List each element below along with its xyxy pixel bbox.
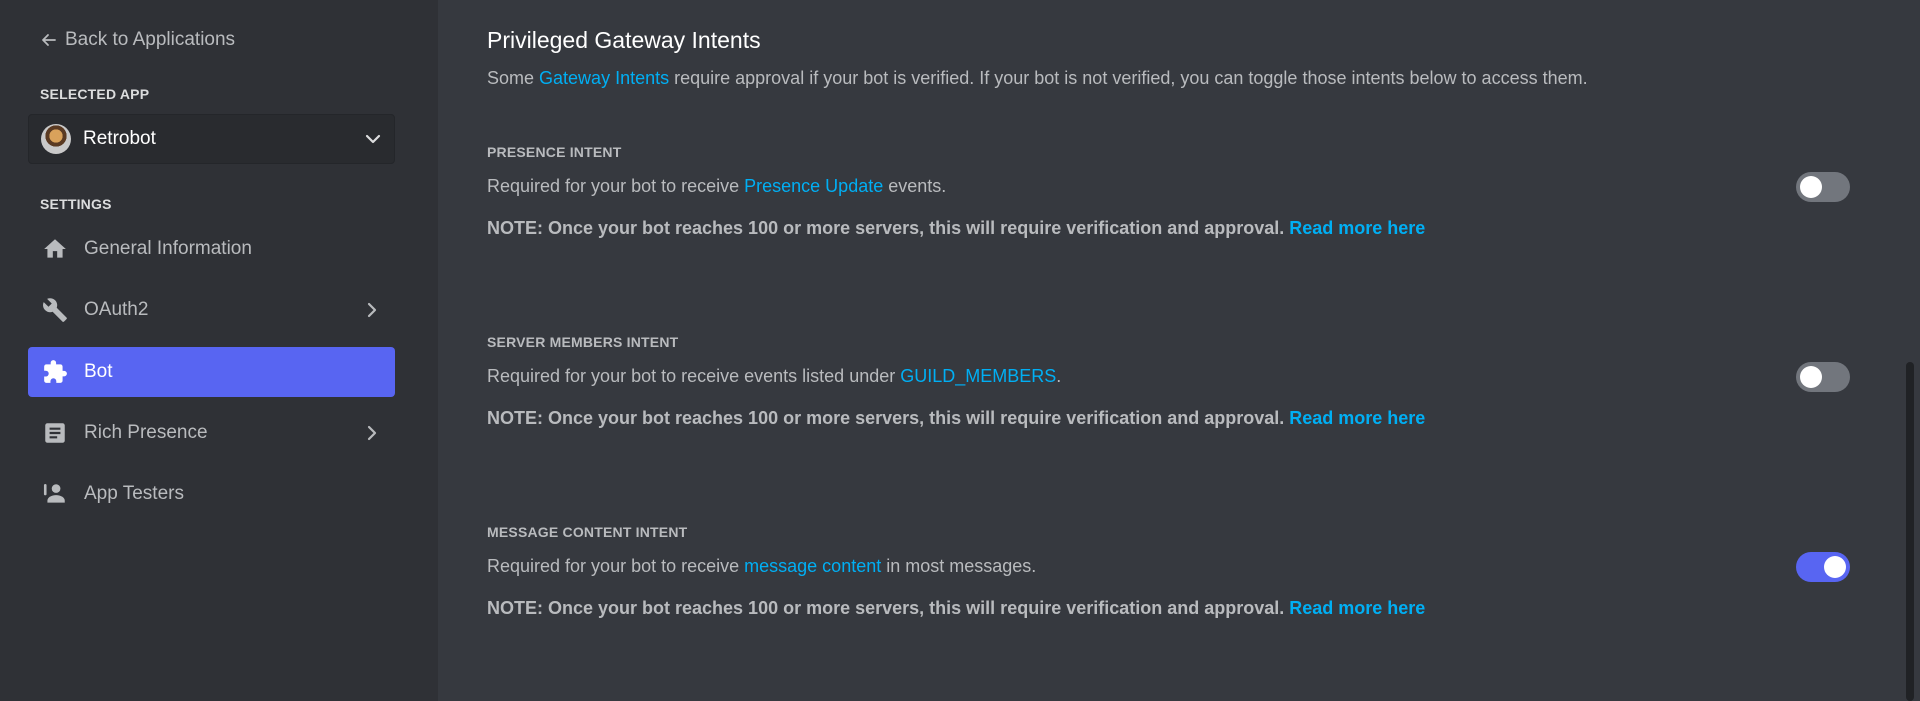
- sidebar-item-label: General Information: [84, 238, 252, 259]
- guild-members-link[interactable]: GUILD_MEMBERS: [900, 366, 1056, 386]
- description-text: .: [1056, 366, 1062, 386]
- read-more-link[interactable]: Read more here: [1289, 408, 1425, 428]
- server-members-intent-toggle[interactable]: [1796, 362, 1850, 392]
- page-description: Some Gateway Intents require approval if…: [487, 68, 1588, 89]
- home-icon: [42, 236, 68, 262]
- sidebar-item-general-information[interactable]: General Information: [28, 224, 395, 274]
- scrollbar-thumb[interactable]: [1906, 362, 1914, 701]
- person-icon: [42, 481, 68, 507]
- main-content: Privileged Gateway Intents Some Gateway …: [438, 0, 1920, 701]
- presence-update-link[interactable]: Presence Update: [744, 176, 883, 196]
- chevron-right-icon: [367, 302, 377, 318]
- page-title: Privileged Gateway Intents: [487, 27, 761, 53]
- wrench-icon: [42, 297, 68, 323]
- server-members-intent-title: SERVER MEMBERS INTENT: [487, 334, 679, 350]
- sidebar-item-label: Bot: [84, 361, 113, 382]
- arrow-left-icon: [42, 34, 56, 46]
- app-avatar: [41, 124, 71, 154]
- note-text: NOTE: Once your bot reaches 100 or more …: [487, 598, 1290, 618]
- sidebar-item-app-testers[interactable]: App Testers: [28, 469, 395, 519]
- toggle-knob: [1800, 366, 1822, 388]
- sidebar: Back to Applications SELECTED APP Retrob…: [0, 0, 438, 701]
- message-content-link[interactable]: message content: [744, 556, 881, 576]
- description-text: in most messages.: [881, 556, 1037, 576]
- toggle-knob: [1824, 556, 1846, 578]
- sidebar-item-bot[interactable]: Bot: [28, 347, 395, 397]
- server-members-intent-note: NOTE: Once your bot reaches 100 or more …: [487, 408, 1425, 429]
- sidebar-item-label: App Testers: [84, 483, 184, 504]
- description-text: events.: [883, 176, 947, 196]
- chevron-down-icon: [365, 134, 381, 144]
- message-content-intent-title: MESSAGE CONTENT INTENT: [487, 524, 688, 540]
- message-content-intent-toggle[interactable]: [1796, 552, 1850, 582]
- chevron-right-icon: [367, 425, 377, 441]
- description-text: Required for your bot to receive: [487, 176, 745, 196]
- description-text: require approval if your bot is verified…: [669, 68, 1588, 88]
- message-content-intent-note: NOTE: Once your bot reaches 100 or more …: [487, 598, 1425, 619]
- sidebar-item-rich-presence[interactable]: Rich Presence: [28, 408, 395, 458]
- app-name: Retrobot: [83, 128, 156, 149]
- read-more-link[interactable]: Read more here: [1289, 598, 1425, 618]
- description-text: Required for your bot to receive: [487, 556, 745, 576]
- app-selector-dropdown[interactable]: Retrobot: [28, 114, 395, 164]
- puzzle-icon: [42, 359, 68, 385]
- presence-intent-description: Required for your bot to receive Presenc…: [487, 176, 946, 197]
- note-text: NOTE: Once your bot reaches 100 or more …: [487, 408, 1290, 428]
- server-members-intent-description: Required for your bot to receive events …: [487, 366, 1061, 387]
- description-text: Required for your bot to receive events …: [487, 366, 901, 386]
- message-content-intent-description: Required for your bot to receive message…: [487, 556, 1036, 577]
- presence-intent-title: PRESENCE INTENT: [487, 144, 622, 160]
- sidebar-item-oauth2[interactable]: OAuth2: [28, 285, 395, 335]
- presence-intent-toggle[interactable]: [1796, 172, 1850, 202]
- gateway-intents-link[interactable]: Gateway Intents: [539, 68, 669, 88]
- toggle-knob: [1800, 176, 1822, 198]
- read-more-link[interactable]: Read more here: [1289, 218, 1425, 238]
- back-to-applications-link[interactable]: Back to Applications: [41, 29, 235, 51]
- presence-intent-note: NOTE: Once your bot reaches 100 or more …: [487, 218, 1425, 239]
- description-text: Some: [487, 68, 540, 88]
- note-text: NOTE: Once your bot reaches 100 or more …: [487, 218, 1290, 238]
- settings-heading: SETTINGS: [40, 196, 112, 212]
- sidebar-item-label: Rich Presence: [84, 422, 208, 443]
- selected-app-heading: SELECTED APP: [40, 86, 150, 102]
- document-icon: [42, 420, 68, 446]
- back-link-label: Back to Applications: [65, 29, 236, 50]
- sidebar-item-label: OAuth2: [84, 299, 149, 320]
